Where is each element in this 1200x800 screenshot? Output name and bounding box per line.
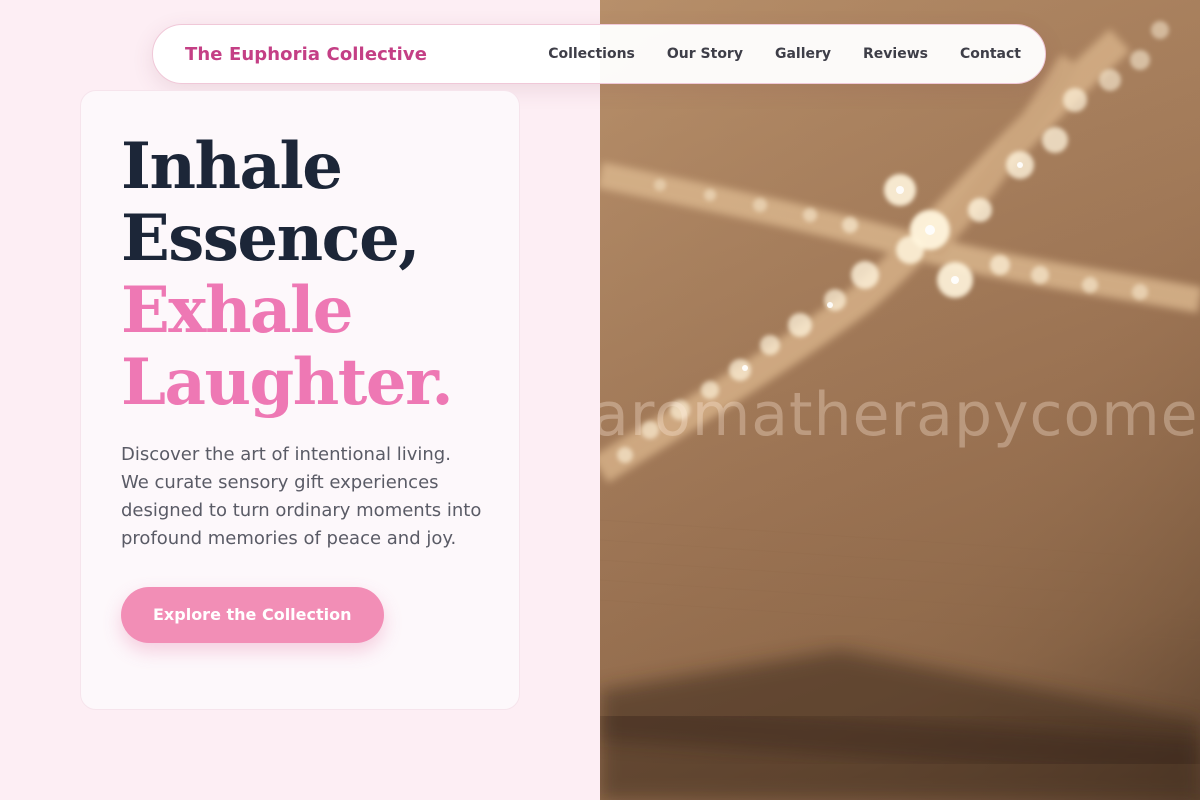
headline-line-2: Essence,: [121, 201, 421, 276]
nav-link-collections[interactable]: Collections: [548, 46, 635, 62]
brand-logo-link[interactable]: The Euphoria Collective: [185, 44, 427, 65]
landing-page: aromatherapycomedy.com The Euphoria Coll…: [0, 0, 1200, 800]
nav-link-contact[interactable]: Contact: [960, 46, 1021, 62]
nav-link-gallery[interactable]: Gallery: [775, 46, 831, 62]
hero-description: Discover the art of intentional living. …: [121, 444, 482, 549]
top-navbar: The Euphoria Collective Collections Our …: [152, 24, 1046, 84]
image-watermark: aromatherapycomedy.com: [600, 380, 1200, 450]
hero-gift-photo: aromatherapycomedy.com: [600, 0, 1200, 800]
hero-card: Inhale Essence, Exhale Laughter. Discove…: [80, 90, 520, 710]
nav-link-our-story[interactable]: Our Story: [667, 46, 743, 62]
nav-link-reviews[interactable]: Reviews: [863, 46, 928, 62]
headline-line-1: Inhale: [121, 129, 343, 204]
headline-line-3: Exhale: [121, 273, 353, 348]
explore-collection-button[interactable]: Explore the Collection: [121, 587, 384, 643]
nav-links: Collections Our Story Gallery Reviews Co…: [548, 46, 1021, 62]
hero-headline: Inhale Essence, Exhale Laughter.: [121, 131, 479, 419]
headline-line-4: Laughter.: [121, 345, 454, 420]
